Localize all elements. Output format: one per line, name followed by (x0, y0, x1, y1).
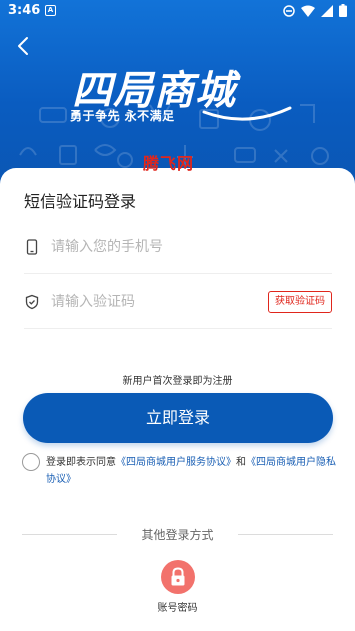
other-login-divider: 其他登录方式 (22, 526, 333, 542)
login-button[interactable]: 立即登录 (23, 393, 333, 443)
code-input[interactable] (51, 289, 251, 315)
battery-icon (339, 4, 347, 17)
lock-icon (171, 567, 185, 586)
login-panel: 短信验证码登录 获取验证码 新用户首次登录即为注册 立即登录 登录即表示同意《四… (0, 168, 355, 631)
agreement-and: 和 (236, 457, 246, 468)
agreement-row: 登录即表示同意《四局商城用户服务协议》和《四局商城用户隐私协议》 (22, 453, 337, 487)
shield-icon (25, 294, 39, 310)
phone-input[interactable] (51, 234, 251, 260)
brand-logo: 四局商城 勇于争先 永不满足 (60, 58, 300, 148)
status-time: 3:46 (8, 3, 41, 18)
logo-slogan: 勇于争先 永不满足 (70, 109, 175, 123)
notification-icon: A (45, 5, 56, 16)
agreement-checkbox[interactable] (22, 453, 40, 471)
logo-swoosh-icon (202, 106, 292, 121)
wifi-icon (301, 5, 315, 17)
code-field: 获取验证码 (24, 275, 332, 329)
password-login-button[interactable] (161, 560, 195, 594)
back-arrow-icon[interactable] (12, 32, 36, 60)
login-title: 短信验证码登录 (24, 192, 137, 211)
status-icons (283, 4, 347, 17)
agreement-text: 登录即表示同意《四局商城用户服务协议》和《四局商城用户隐私协议》 (46, 454, 336, 488)
divider-line-right (238, 534, 333, 535)
watermark-text: 腾飞网 (143, 154, 195, 173)
register-hint: 新用户首次登录即为注册 (122, 376, 233, 387)
phone-icon (26, 239, 38, 255)
do-not-disturb-icon (283, 4, 295, 17)
status-bar: 3:46 A (0, 0, 355, 24)
service-agreement-link[interactable]: 《四局商城用户服务协议》 (116, 457, 236, 468)
phone-field (24, 220, 332, 274)
signal-icon (321, 4, 333, 17)
get-code-button[interactable]: 获取验证码 (268, 291, 332, 313)
password-login-label: 账号密码 (157, 603, 198, 614)
agreement-prefix: 登录即表示同意 (46, 457, 116, 468)
